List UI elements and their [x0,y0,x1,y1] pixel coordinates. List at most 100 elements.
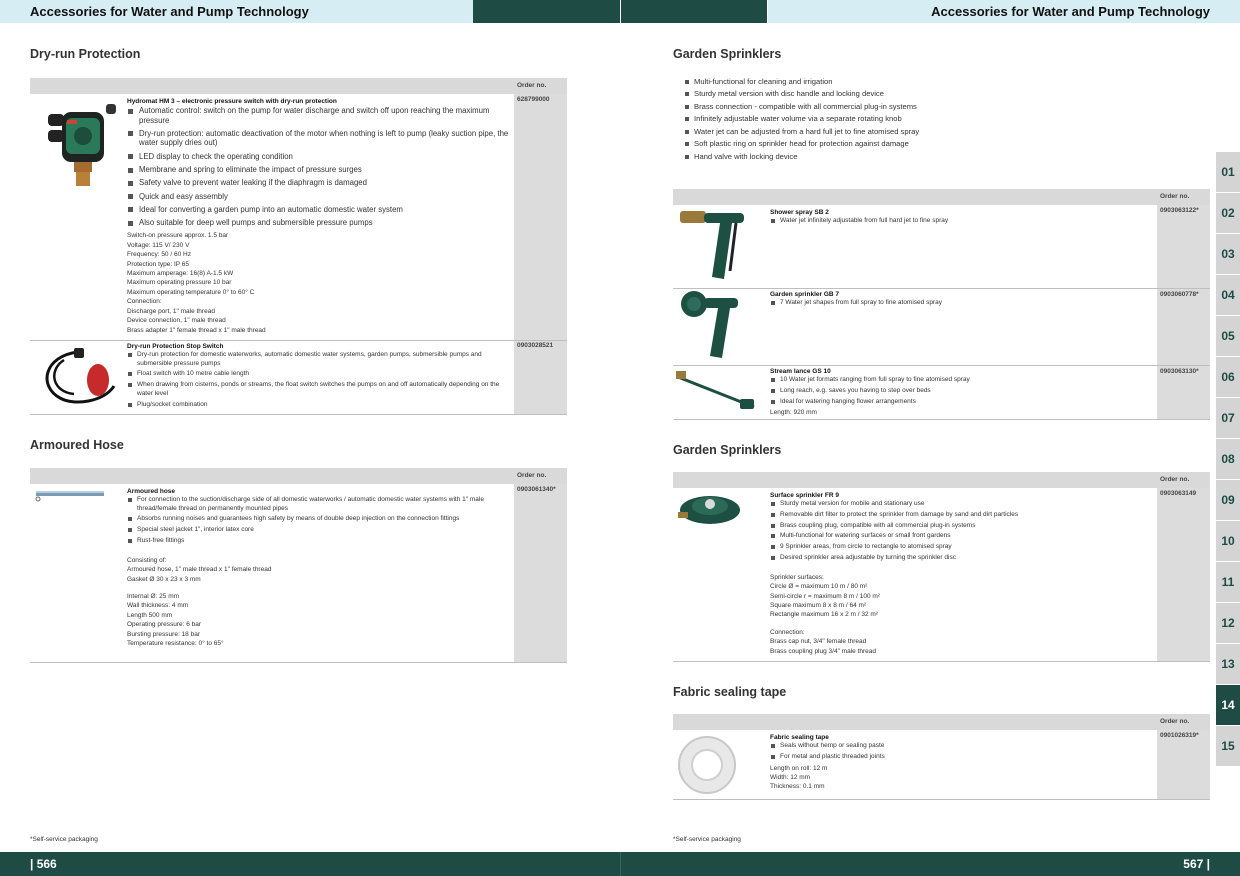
list-item: Special steel jacket 1", interior latex … [127,526,509,535]
list-item: Hand valve with locking device [684,152,1124,162]
order-number-hose: 0903061340* [517,486,556,493]
list-item: Quick and easy assembly [127,192,509,202]
hose-features-list: For connection to the suction/discharge … [127,496,509,546]
tab-08[interactable]: 08 [1216,439,1240,480]
list-item: Membrane and spring to eliminate the imp… [127,165,509,175]
tape-name: Fabric sealing tape [770,734,829,741]
spec-line: Length 500 mm [127,611,173,619]
order-no-label: Order no. [1160,476,1190,483]
tab-06[interactable]: 06 [1216,357,1240,398]
sprinklers2-table-header: Order no. [673,472,1210,488]
gs10-specs: Length: 920 mm [770,408,1150,417]
right-header-title: Accessories for Water and Pump Technolog… [931,4,1210,19]
order-number-gs10: 0903063130* [1160,368,1199,375]
list-item: Multi-functional for cleaning and irriga… [684,77,1124,87]
tab-15[interactable]: 15 [1216,726,1240,767]
tab-11[interactable]: 11 [1216,562,1240,603]
tab-05[interactable]: 05 [1216,316,1240,357]
list-item: Rust-free fittings [127,537,509,546]
fr9-product-block: Surface sprinkler FR 9 Sturdy metal vers… [770,491,1150,656]
spec-line: Consisting of: [127,556,167,564]
order-number-hm3: 628799000 [517,96,550,103]
row-divider [673,661,1210,662]
gb7-product-block: Garden sprinkler GB 7 7 Water jet shapes… [770,290,1150,310]
list-item: Brass connection - compatible with all c… [684,102,1124,112]
right-page-number: 567 | [1183,857,1210,871]
tab-14-active[interactable]: 14 [1216,685,1240,726]
list-item: Desired sprinkler area adjustable by tur… [770,554,1150,563]
list-item: Also suitable for deep well pumps and su… [127,218,509,228]
order-number-fr9: 0903063149 [1160,490,1197,497]
tab-02[interactable]: 02 [1216,193,1240,234]
hydromat-name: Hydromat HM 3 – electronic pressure swit… [127,98,337,105]
gb7-name: Garden sprinkler GB 7 [770,291,839,298]
top-bar-dark-right [621,0,767,23]
list-item: Float switch with 10 metre cable length [127,370,509,379]
list-item: For metal and plastic threaded joints [770,753,1150,762]
sprinklers-order-column: 0903063122* 0903060778* 0903063130* [1157,205,1210,419]
spec-line: Bursting pressure: 18 bar [127,630,200,638]
tab-03[interactable]: 03 [1216,234,1240,275]
list-item: Safety valve to prevent water leaking if… [127,178,509,188]
hose-table-header: Order no. [30,468,567,484]
order-number-gb7: 0903060778* [1160,291,1199,298]
tab-04[interactable]: 04 [1216,275,1240,316]
spec-line: Thickness: 0.1 mm [770,783,825,791]
spec-line: Brass adapter 1" female thread x 1" male… [127,326,266,334]
row-divider [673,288,1210,289]
spec-line: Internal Ø: 25 mm [127,592,180,600]
list-item: Brass coupling plug, compatible with all… [770,522,1150,531]
sprinklers-table-header: Order no. [673,189,1210,205]
spec-line: Brass coupling plug 3/4" male thread [770,647,877,655]
spec-line: Length: 920 mm [770,409,817,417]
hose-order-column: 0903061340* [514,484,567,662]
list-item: 9 Sprinkler areas, from circle to rectan… [770,543,1150,552]
fr9-connection: Connection: Brass cap nut, 3/4" female t… [770,628,1150,656]
spec-line: Rectangle maximum 16 x 2 m / 32 m² [770,611,879,619]
spec-line: Maximum operating pressure 10 bar [127,279,232,287]
gs10-features-list: 10 Water jet formats ranging from full s… [770,376,1150,406]
tab-10[interactable]: 10 [1216,521,1240,562]
armoured-hose-title: Armoured Hose [30,438,124,452]
dry-run-order-column: 628799000 0903028521 [514,94,567,414]
row-divider [30,662,567,663]
list-item: 7 Water jet shapes from full spray to fi… [770,299,1150,308]
stop-switch-name: Dry-run Protection Stop Switch [127,343,224,350]
dry-run-title: Dry-run Protection [30,47,141,61]
order-no-label: Order no. [517,472,547,479]
spec-line: Device connection, 1" male thread [127,317,226,325]
spec-line: Switch-on pressure approx. 1.5 bar [127,232,229,240]
hose-specs-technical: Internal Ø: 25 mm Wall thickness: 4 mm L… [127,592,509,648]
spec-line: Brass cap nut, 3/4" female thread [770,638,867,646]
spec-line: Discharge port, 1" male thread [127,307,215,315]
order-number-sb2: 0903063122* [1160,207,1199,214]
list-item: Water jet can be adjusted from a hard fu… [684,127,1124,137]
spec-line: Voltage: 115 V/ 230 V [127,241,190,249]
list-item: For connection to the suction/discharge … [127,496,509,513]
tab-01[interactable]: 01 [1216,152,1240,193]
tape-table-header: Order no. [673,714,1210,730]
garden-sprinkler-gb7-image [681,291,738,358]
list-item: Water jet infinitely adjustable from ful… [770,217,1150,226]
list-item: Automatic control: switch on the pump fo… [127,106,509,125]
tab-12[interactable]: 12 [1216,603,1240,644]
row-divider [673,419,1210,420]
fr9-features-list: Sturdy metal version for mobile and stat… [770,500,1150,563]
spec-line: Circle Ø = maximum 10 m / 80 m² [770,583,868,591]
list-item: Removable dirt filter to protect the spr… [770,511,1150,520]
tab-09[interactable]: 09 [1216,480,1240,521]
spec-line: Square maximum 8 x 8 m / 64 m² [770,601,867,609]
tape-product-block: Fabric sealing tape Seals without hemp o… [770,733,1150,792]
hydromat-features-list: Automatic control: switch on the pump fo… [127,106,509,228]
row-divider [30,414,567,415]
hose-product-block: Armoured hose For connection to the suct… [127,487,509,648]
list-item: Sturdy metal version for mobile and stat… [770,500,1150,509]
tab-07[interactable]: 07 [1216,398,1240,439]
order-number-tape: 0901026319* [1160,732,1199,739]
spec-line: Temperature resistance: 0° to 65° [127,639,224,647]
spec-line: Operating pressure: 6 bar [127,621,202,629]
tab-13[interactable]: 13 [1216,644,1240,685]
hydromat-pressure-switch-image [48,104,116,186]
list-item: Seals without hemp or sealing paste [770,742,1150,751]
stop-switch-features-list: Dry-run protection for domestic waterwor… [127,351,509,409]
